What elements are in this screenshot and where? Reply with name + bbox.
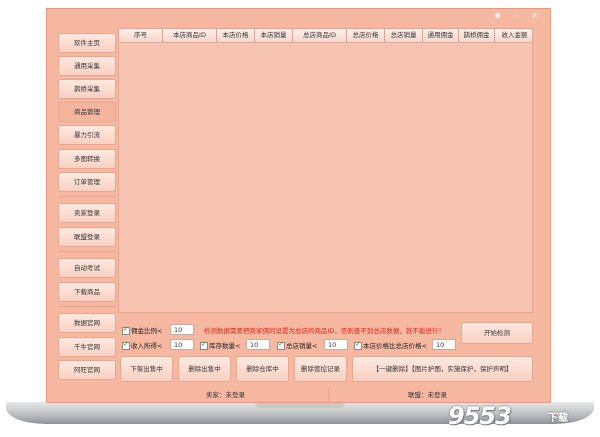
price-ratio-checkbox[interactable] <box>354 340 362 350</box>
table-header: 序号 本店商品ID 本店价格 本店销量 总店商品ID 总店价格 总店销量 通用佣… <box>119 29 532 43</box>
income-input[interactable]: 10 <box>170 339 194 350</box>
site-watermark-sub: 下载 <box>548 413 568 424</box>
site-watermark: 9553 <box>448 402 512 430</box>
stock-label: 库存数量< <box>209 342 241 350</box>
filter-row: 佣金比例< 10 检测数据需要把商家佣的设置为总店的商品ID，否则查不到总店数据… <box>120 324 460 337</box>
column-header[interactable]: 本店销量 <box>255 29 293 42</box>
total-sales-label: 总店销量< <box>286 342 318 350</box>
notice-text: 检测数据需要把商家佣的设置为总店的商品ID，否则查不到总店数据，就不能进行！ <box>204 327 445 335</box>
filter-panel: 佣金比例< 10 检测数据需要把商家佣的设置为总店的商品ID，否则查不到总店数据… <box>120 322 508 358</box>
sidebar-item-download[interactable]: 下载商品 <box>58 282 116 302</box>
sidebar-item-data-site[interactable]: 数据官网 <box>58 313 116 333</box>
commission-ratio-input[interactable]: 10 <box>170 324 194 335</box>
delete-records-button[interactable]: 删除管控记录 <box>294 356 347 382</box>
close-button[interactable]: ✕ <box>531 11 538 20</box>
sidebar-item-qianniu-site[interactable]: 千牛官网 <box>58 337 116 357</box>
laptop-notch <box>255 403 345 408</box>
income-checkbox[interactable] <box>122 340 130 350</box>
sidebar-item-home[interactable]: 软件主页 <box>58 33 116 53</box>
status-bar: 卖家：未登录 联盟：未登录 <box>118 387 578 401</box>
column-header[interactable]: 本店商品ID <box>163 29 217 42</box>
sidebar-item-general-collect[interactable]: 通用采集 <box>58 56 116 76</box>
sidebar-item-queqiao-collect[interactable]: 鹊桥采集 <box>58 79 116 99</box>
column-header[interactable]: 收入金额 <box>495 29 532 42</box>
status-divider <box>328 387 329 401</box>
one-click-delete-button[interactable]: 【一键删除】【图片护图，实施保护，保护声明】 <box>352 356 533 382</box>
product-table: 序号 本店商品ID 本店价格 本店销量 总店商品ID 总店价格 总店销量 通用佣… <box>118 28 533 313</box>
alliance-status: 联盟：未登录 <box>408 391 447 399</box>
sidebar-item-orders[interactable]: 订单管理 <box>58 172 116 192</box>
total-sales-checkbox[interactable] <box>277 340 285 350</box>
title-bar: ♚ – ✕ <box>47 9 550 25</box>
delete-selling-button[interactable]: 删除出售中 <box>178 356 231 382</box>
sidebar-divider <box>58 251 116 252</box>
sidebar-item-alliance-login[interactable]: 联盟登录 <box>58 227 116 247</box>
column-header[interactable]: 序号 <box>119 29 163 42</box>
price-ratio-input[interactable]: 10 <box>432 339 456 350</box>
filter-row: 收入所得< 10 库存数量< 10 总店销量< 10 本店价格比总店价格< 10 <box>120 339 460 352</box>
stock-checkbox[interactable] <box>200 340 208 350</box>
minimize-button[interactable]: – <box>513 11 517 20</box>
column-header[interactable]: 通用佣金 <box>423 29 459 42</box>
stock-input[interactable]: 10 <box>246 339 270 350</box>
sidebar-item-product-manage[interactable]: 商品管理 <box>58 102 116 122</box>
column-header[interactable]: 总店商品ID <box>293 29 347 42</box>
income-label: 收入所得< <box>131 342 163 350</box>
sidebar-item-auto-exam[interactable]: 自动考试 <box>58 258 116 278</box>
delete-warehouse-button[interactable]: 删除仓库中 <box>236 356 289 382</box>
sidebar-item-traffic[interactable]: 暴力引流 <box>58 125 116 145</box>
column-header[interactable]: 总店价格 <box>347 29 385 42</box>
commission-ratio-label: 佣金比例< <box>131 327 163 335</box>
column-header[interactable]: 总店销量 <box>385 29 423 42</box>
sidebar-divider <box>58 306 116 307</box>
seller-status: 卖家：未登录 <box>206 391 245 399</box>
list-out-button[interactable]: 下架出售中 <box>120 356 173 382</box>
sidebar-item-awang-site[interactable]: 阿旺官网 <box>58 360 116 380</box>
total-sales-input[interactable]: 10 <box>324 339 348 350</box>
price-ratio-label: 本店价格比总店价格< <box>363 342 427 350</box>
sidebar-divider <box>58 196 116 197</box>
commission-ratio-checkbox[interactable] <box>122 325 130 335</box>
skin-icon[interactable]: ♚ <box>494 11 501 20</box>
column-header[interactable]: 鹊桥佣金 <box>459 29 495 42</box>
sidebar-item-multi-image[interactable]: 多图转换 <box>58 149 116 169</box>
column-header[interactable]: 本店价格 <box>217 29 255 42</box>
start-check-button[interactable]: 开始检测 <box>461 322 533 344</box>
sidebar-item-seller-login[interactable]: 卖家登录 <box>58 203 116 223</box>
